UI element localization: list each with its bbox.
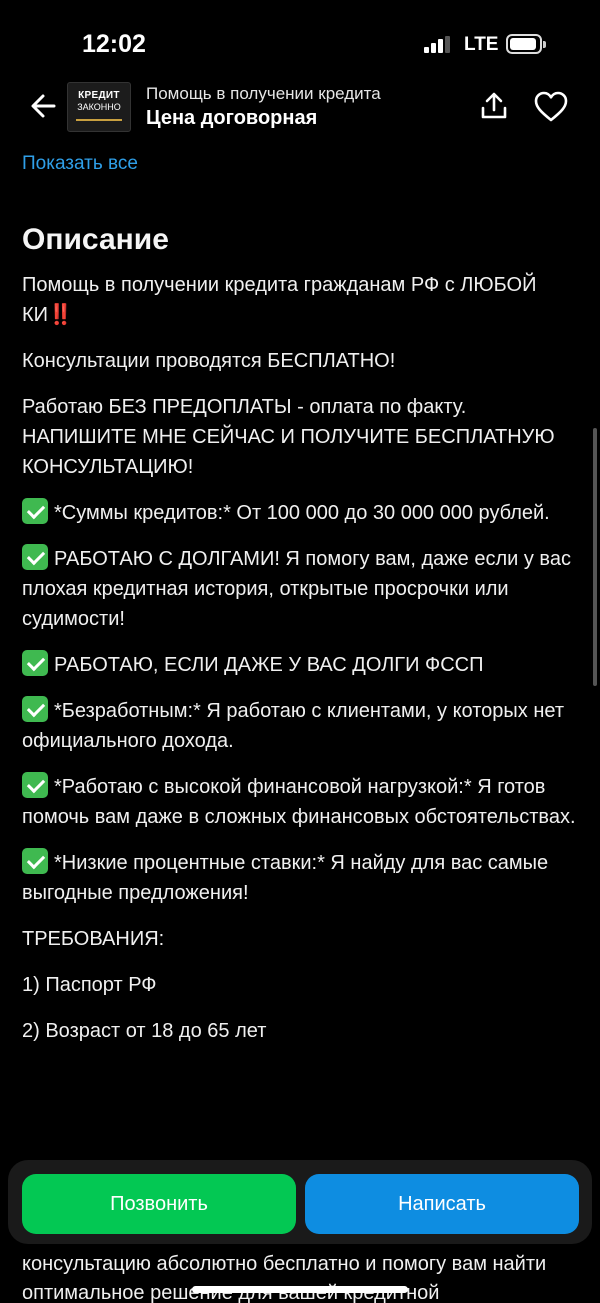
ad-price: Цена договорная [146,107,318,129]
list-item: РАБОТАЮ С ДОЛГАМИ! Я помогу вам, даже ес… [22,544,582,634]
header: КРЕДИТ ЗАКОННО Помощь в получении кредит… [0,80,600,142]
list-item-text: РАБОТАЮ, ЕСЛИ ДАЖЕ У ВАС ДОЛГИ ФССП [54,654,484,676]
seller-logo[interactable]: КРЕДИТ ЗАКОННО [67,82,131,132]
list-item: *Суммы кредитов:* От 100 000 до 30 000 0… [22,498,582,528]
list-item: *Безработным:* Я работаю с клиентами, у … [22,696,582,756]
requirement-item: 2) Возраст от 18 до 65 лет [22,1020,267,1042]
description-paragraph: Консультации проводятся БЕСПЛАТНО! [22,350,396,372]
description-text-continued: консультацию абсолютно бесплатно и помог… [22,1253,547,1303]
check-mark-icon [22,650,48,676]
check-mark-icon [22,848,48,874]
back-button[interactable] [26,88,62,124]
list-item: *Низкие процентные ставки:* Я найду для … [22,848,582,908]
favorite-button[interactable] [533,90,569,124]
list-item: *Работаю с высокой финансовой нагрузкой:… [22,772,582,832]
status-bar: 12:02 LTE [0,0,600,80]
check-mark-icon [22,696,48,722]
signal-icon [424,36,452,53]
action-bar: Позвонить Написать [8,1160,592,1244]
list-item: РАБОТАЮ, ЕСЛИ ДАЖЕ У ВАС ДОЛГИ ФССП [22,650,582,680]
requirements-heading: ТРЕБОВАНИЯ: [22,928,165,950]
description-heading: Описание [22,223,169,256]
description-text: Помощь в получении кредита гражданам РФ … [22,274,537,326]
write-button[interactable]: Написать [305,1174,579,1234]
network-type: LTE [464,34,499,55]
share-icon [481,92,507,119]
list-item-text: *Суммы кредитов:* От 100 000 до 30 000 0… [54,502,550,524]
list-item-text: *Безработным:* Я работаю с клиентами, у … [22,700,564,752]
description-paragraph: Помощь в получении кредита гражданам РФ … [22,270,582,330]
logo-underline [76,119,122,121]
check-mark-icon [22,544,48,570]
check-mark-icon [22,498,48,524]
arrow-left-icon [31,94,56,118]
description-paragraph: Работаю БЕЗ ПРЕДОПЛАТЫ - оплата по факту… [22,396,555,478]
double-exclamation-icon: ‼️ [48,304,73,326]
logo-text-1: КРЕДИТ [78,90,120,101]
home-indicator[interactable] [192,1286,408,1293]
list-item-text: *Низкие процентные ставки:* Я найду для … [22,852,549,904]
requirement-item: 1) Паспорт РФ [22,974,157,996]
show-all-link[interactable]: Показать все [22,150,138,178]
scrollbar[interactable] [593,428,597,686]
share-button[interactable] [478,90,510,122]
ad-subtitle: Помощь в получении кредита [146,84,381,103]
check-mark-icon [22,772,48,798]
list-item-text: РАБОТАЮ С ДОЛГАМИ! Я помогу вам, даже ес… [22,548,571,630]
description-content: Показать все Описание Помощь в получении… [22,150,582,1046]
heart-icon [534,91,568,122]
status-time: 12:02 [82,30,146,58]
battery-icon [506,34,546,54]
call-button[interactable]: Позвонить [22,1174,296,1234]
logo-text-2: ЗАКОННО [77,102,121,112]
list-item-text: *Работаю с высокой финансовой нагрузкой:… [22,776,576,828]
